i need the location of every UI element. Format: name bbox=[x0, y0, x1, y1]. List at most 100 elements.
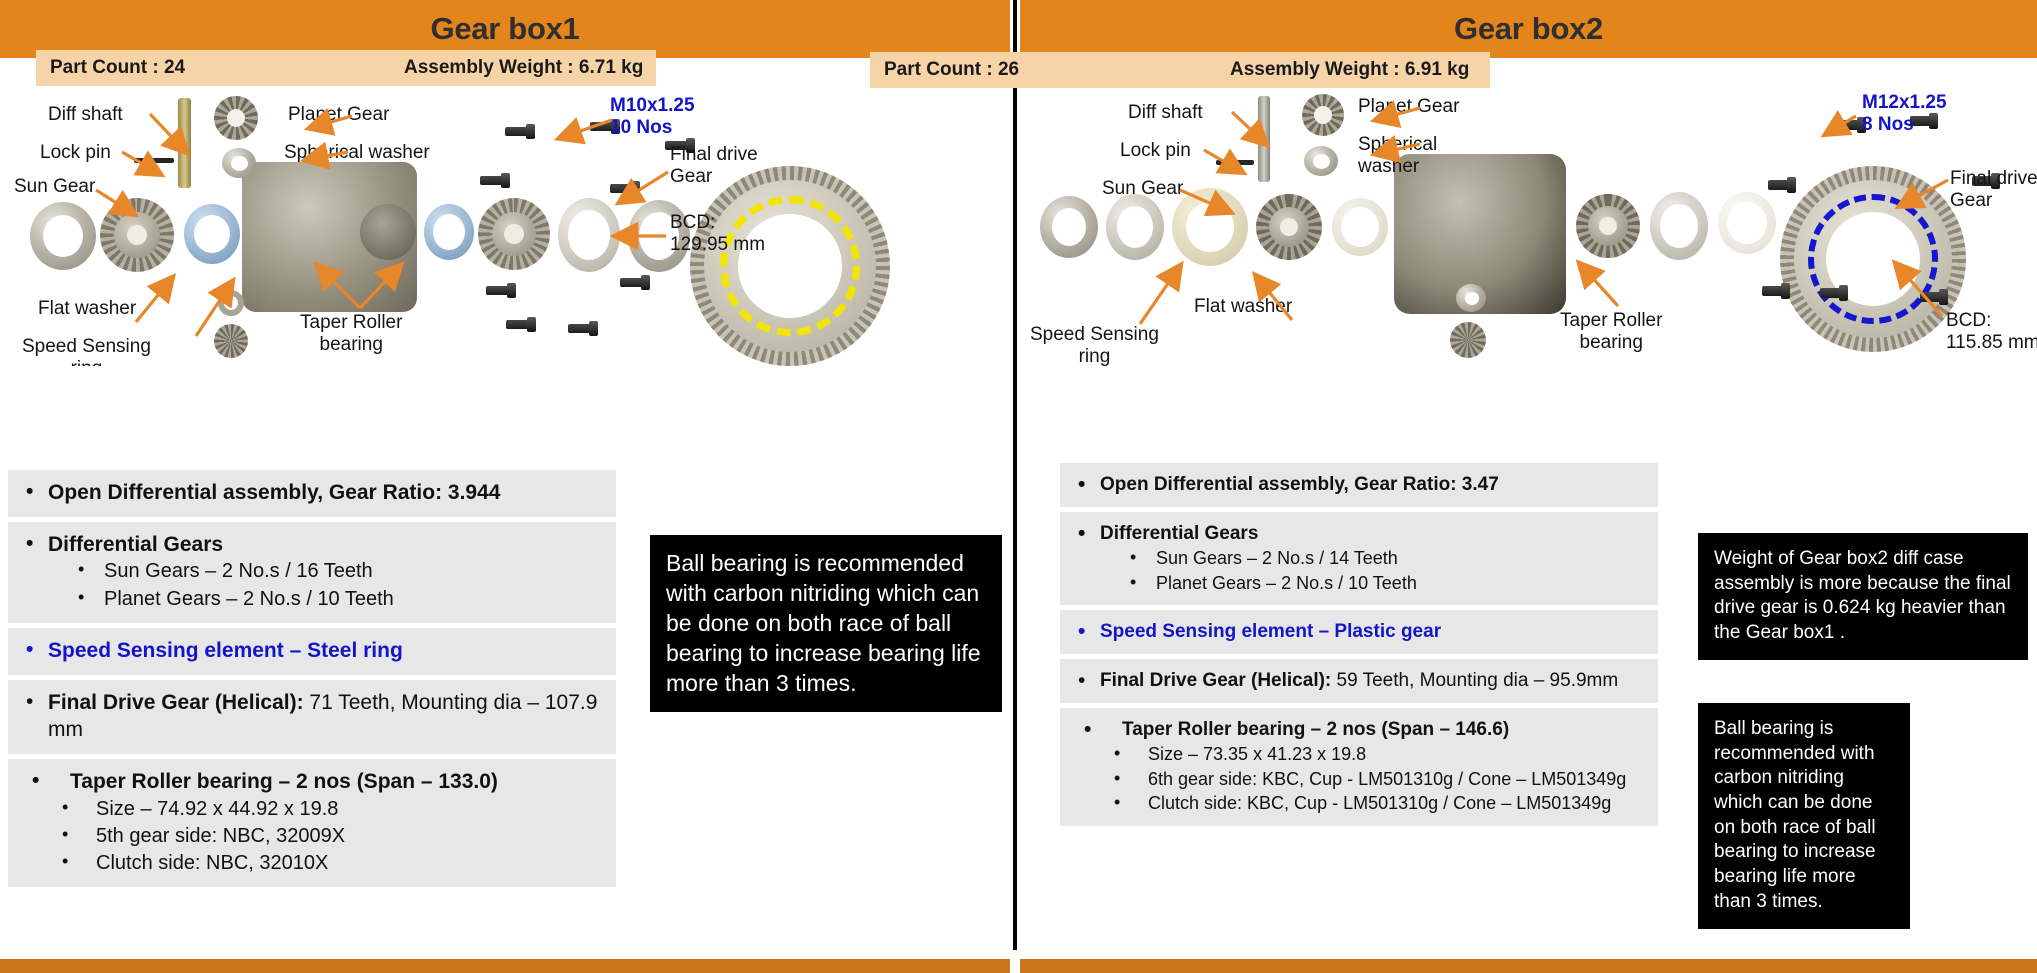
part-bolt-right-7 bbox=[1920, 289, 1948, 305]
spec-row: Final Drive Gear (Helical): 71 Teeth, Mo… bbox=[8, 679, 616, 754]
panel-title-right-text: Gear box2 bbox=[1454, 11, 1603, 46]
callout-bcd-left: BCD: 129.95 mm bbox=[670, 212, 766, 256]
bcd-indicator-right bbox=[1808, 194, 1938, 324]
spec-differential-gears-left: Differential Gears bbox=[18, 530, 606, 559]
part-count-band-right: Part Count : 26 Assembly Weight : 6.91 k… bbox=[870, 52, 1490, 88]
callout-diff-shaft-right: Diff shaft bbox=[1128, 102, 1203, 123]
part-bolt-right-3 bbox=[1768, 177, 1796, 193]
callout-diff-shaft-left: Diff shaft bbox=[48, 104, 123, 125]
panel-title-right: Gear box2 bbox=[1020, 0, 2037, 58]
part-bolt-right-1 bbox=[1838, 117, 1866, 133]
part-planet-gear-lower-right bbox=[1450, 322, 1486, 358]
part-bolt-left-3 bbox=[480, 173, 510, 188]
bottom-strip-left bbox=[0, 959, 1010, 973]
callout-bolt-spec-left: M10x1.25 10 Nos bbox=[610, 95, 695, 139]
spec-row: Differential Gears Sun Gears – 2 No.s / … bbox=[1060, 512, 1658, 606]
spec-taper-clutch-right: Clutch side: KBC, Cup - LM501310g / Cone… bbox=[1070, 790, 1648, 815]
callout-taper-roller-bearing-left: Taper Roller bearing bbox=[300, 312, 403, 356]
part-count-band-left: Part Count : 24 Assembly Weight : 6.71 k… bbox=[36, 50, 656, 86]
part-bolt-left-9 bbox=[620, 275, 650, 290]
spec-final-drive-value-right: 59 Teeth, Mounting dia – 95.9mm bbox=[1331, 670, 1619, 692]
part-diff-case-hub-left bbox=[360, 204, 416, 260]
part-planet-gear-right bbox=[1302, 94, 1344, 136]
part-spherical-washer-right bbox=[1304, 146, 1338, 176]
spec-final-drive-label-left: Final Drive Gear (Helical): bbox=[48, 690, 304, 714]
note-ball-bearing-right: Ball bearing is recommended with carbon … bbox=[1698, 703, 1910, 929]
callout-spherical-washer-right: Spherical washer bbox=[1358, 134, 1438, 178]
spec-list-right: Open Differential assembly, Gear Ratio: … bbox=[1060, 463, 1658, 831]
callout-spherical-washer-left: Spherical washer bbox=[284, 142, 430, 163]
note-weight-right: Weight of Gear box2 diff case assembly i… bbox=[1698, 533, 2028, 660]
spec-planet-gears-left: Planet Gears – 2 No.s / 10 Teeth bbox=[18, 585, 606, 613]
spec-planet-gears-right: Planet Gears – 2 No.s / 10 Teeth bbox=[1070, 570, 1648, 595]
part-bolt-left-1 bbox=[505, 124, 535, 139]
spec-final-drive-gear-right: Final Drive Gear (Helical): 59 Teeth, Mo… bbox=[1070, 667, 1648, 695]
note-ball-bearing-left: Ball bearing is recommended with carbon … bbox=[650, 535, 1002, 713]
spec-row: Taper Roller bearing – 2 nos (Span – 146… bbox=[1060, 708, 1658, 826]
part-taper-bearing-right-1 bbox=[1106, 194, 1164, 260]
spec-speed-sensing-left: Speed Sensing element – Steel ring bbox=[18, 636, 606, 665]
callout-final-drive-gear-right: Final drive Gear bbox=[1950, 168, 2037, 212]
exploded-view-right: Diff shaft Lock pin Sun Gear Planet Gear… bbox=[1020, 88, 2037, 368]
part-circlip-left bbox=[218, 290, 244, 316]
spec-taper-5th-left: 5th gear side: NBC, 32009X bbox=[18, 822, 606, 850]
spec-row: Open Differential assembly, Gear Ratio: … bbox=[8, 470, 616, 517]
callout-bolt-spec-right: M12x1.25 8 Nos bbox=[1862, 92, 1947, 136]
part-bearing-cup-left-1 bbox=[30, 202, 96, 270]
spec-taper-6th-right: 6th gear side: KBC, Cup - LM501310g / Co… bbox=[1070, 766, 1648, 791]
part-bolt-left-5 bbox=[610, 181, 640, 196]
callout-lock-pin-left: Lock pin bbox=[40, 142, 111, 163]
callout-flat-washer-right: Flat washer bbox=[1194, 296, 1293, 317]
part-planet-gear-left-2 bbox=[214, 324, 248, 358]
spec-taper-size-right: Size – 73.35 x 41.23 x 19.8 bbox=[1070, 741, 1648, 766]
part-lock-pin-right bbox=[1216, 160, 1254, 165]
part-diff-shaft-right bbox=[1258, 96, 1270, 182]
panel-title-left-text: Gear box1 bbox=[430, 11, 580, 46]
part-spherical-washer-left bbox=[222, 148, 256, 178]
part-diff-shaft-left bbox=[178, 98, 191, 188]
part-planet-gear-left bbox=[214, 96, 258, 140]
spec-sun-gears-right: Sun Gears – 2 No.s / 14 Teeth bbox=[1070, 545, 1648, 570]
callout-flat-washer-left: Flat washer bbox=[38, 298, 137, 319]
spec-taper-size-left: Size – 74.92 x 44.92 x 19.8 bbox=[18, 795, 606, 823]
spec-final-drive-gear-left: Final Drive Gear (Helical): 71 Teeth, Mo… bbox=[18, 688, 606, 744]
part-washer-lower-right bbox=[1456, 284, 1486, 312]
part-count-left: Part Count : 24 bbox=[50, 57, 186, 78]
spec-taper-clutch-left: Clutch side: NBC, 32010X bbox=[18, 849, 606, 877]
spec-taper-bearing-left: Taper Roller bearing – 2 nos (Span – 133… bbox=[18, 767, 606, 796]
part-speed-sensing-ring-left bbox=[184, 204, 240, 264]
spec-row: Taper Roller bearing – 2 nos (Span – 133… bbox=[8, 758, 616, 888]
part-bearing-cup-right-1 bbox=[1040, 196, 1098, 258]
part-lock-pin-left bbox=[134, 158, 174, 163]
part-final-drive-gear-right bbox=[1780, 166, 1966, 352]
callout-final-drive-gear-left: Final drive Gear bbox=[670, 144, 758, 188]
spec-sun-gears-left: Sun Gears – 2 No.s / 16 Teeth bbox=[18, 557, 606, 585]
part-sun-gear-right bbox=[1256, 194, 1322, 260]
part-count-right: Part Count : 26 bbox=[884, 59, 1020, 80]
panel-divider bbox=[1013, 0, 1017, 950]
spec-row: Final Drive Gear (Helical): 59 Teeth, Mo… bbox=[1060, 659, 1658, 704]
callout-taper-roller-bearing-right: Taper Roller bearing bbox=[1560, 310, 1663, 354]
part-bolt-left-8 bbox=[568, 321, 598, 336]
exploded-view-left: Diff shaft Lock pin Sun Gear Planet Gear… bbox=[0, 86, 1010, 366]
callout-lock-pin-right: Lock pin bbox=[1120, 140, 1191, 161]
part-bolt-right-5 bbox=[1762, 283, 1790, 299]
callout-speed-sensing-ring-right: Speed Sensing ring bbox=[1030, 324, 1159, 368]
part-washer-right bbox=[1718, 192, 1776, 254]
part-speed-sensing-ring-left-2 bbox=[424, 204, 474, 260]
spec-taper-bearing-right: Taper Roller bearing – 2 nos (Span – 146… bbox=[1070, 716, 1648, 744]
callout-planet-gear-left: Planet Gear bbox=[288, 104, 390, 125]
part-sun-gear-left bbox=[100, 198, 174, 272]
part-taper-roller-bearing-left bbox=[558, 198, 620, 272]
part-final-drive-gear-left bbox=[690, 166, 890, 366]
assembly-weight-right: Assembly Weight : 6.91 kg bbox=[1230, 59, 1470, 80]
comparison-slide: Gear box1 Gear box2 Part Count : 24 Asse… bbox=[0, 0, 2037, 973]
spec-speed-sensing-right: Speed Sensing element – Plastic gear bbox=[1070, 618, 1648, 646]
part-taper-roller-bearing-right bbox=[1650, 192, 1708, 260]
callout-bcd-right: BCD: 115.85 mm bbox=[1946, 310, 2037, 354]
spec-row: Speed Sensing element – Steel ring bbox=[8, 627, 616, 675]
callout-speed-sensing-ring-left: Speed Sensing ring bbox=[22, 336, 151, 366]
spec-list-left: Open Differential assembly, Gear Ratio: … bbox=[8, 470, 616, 892]
part-bolt-left-7 bbox=[506, 317, 536, 332]
part-sun-gear-right-2 bbox=[1576, 194, 1640, 258]
